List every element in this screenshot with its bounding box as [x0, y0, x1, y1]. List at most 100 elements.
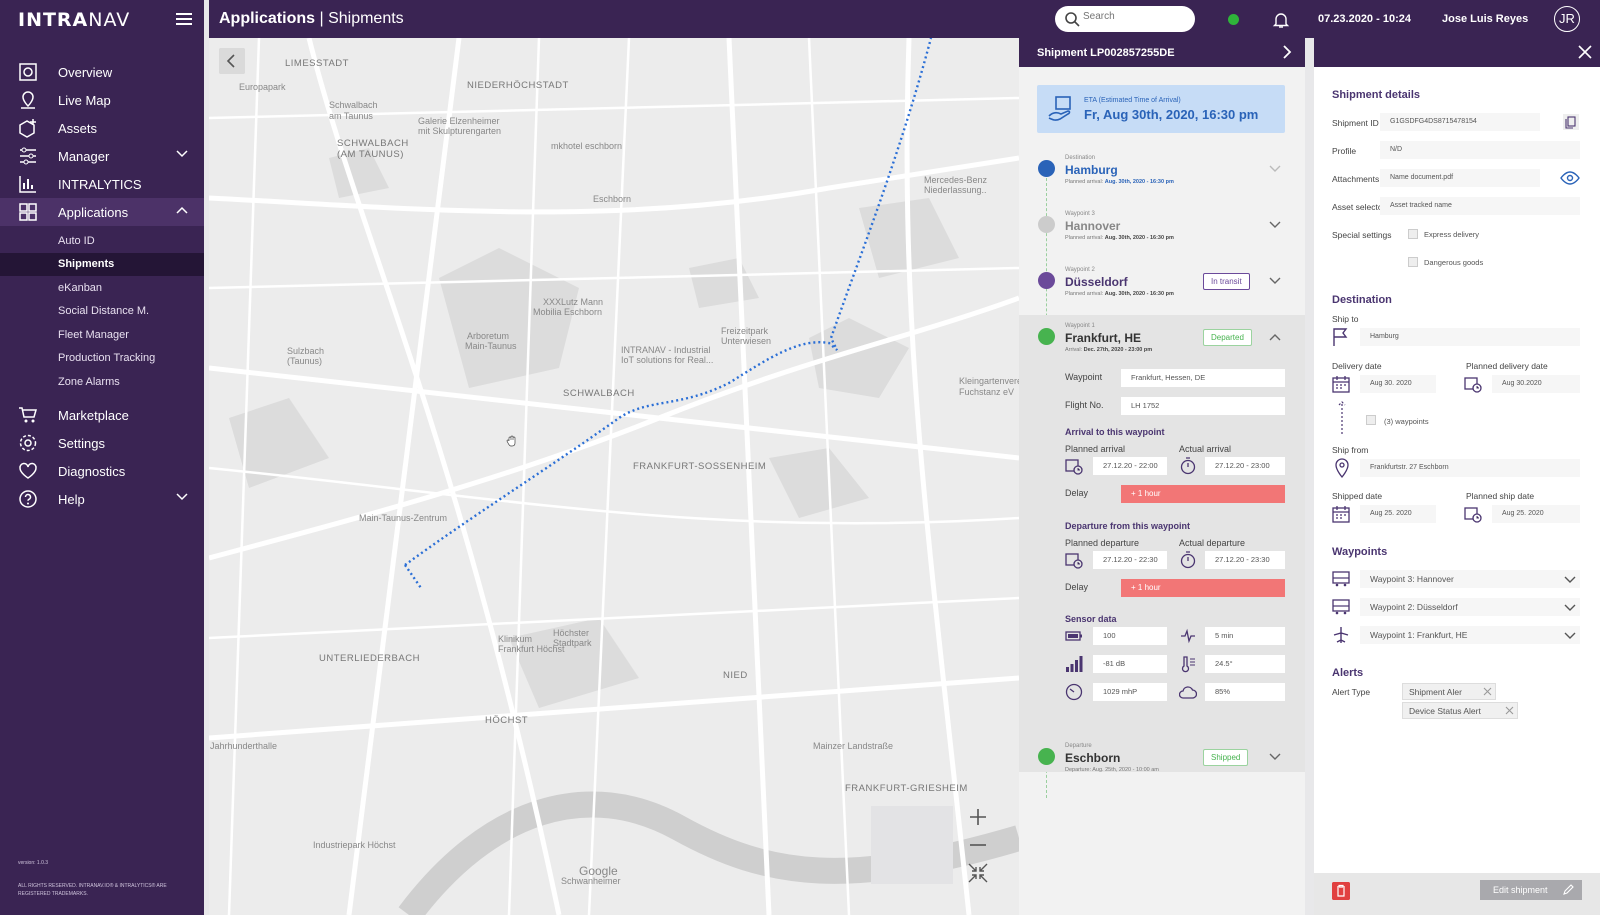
arrow-up-icon [1338, 401, 1346, 434]
fit-view-icon[interactable] [965, 860, 991, 886]
shipment-id-field[interactable]: G1GSDFG4DS8715478154 [1380, 113, 1540, 131]
departure-delay-bar: + 1 hour [1121, 579, 1285, 597]
intranav-logo[interactable]: INTRANAV [18, 9, 130, 31]
dangerous-goods-checkbox[interactable] [1408, 257, 1418, 267]
planned-delivery-field[interactable]: Aug 30.2020 [1492, 375, 1580, 393]
waypoint-name: Hamburg [1065, 163, 1118, 177]
current-datetime: 07.23.2020 - 10:24 [1318, 13, 1411, 25]
calendar-clock-icon [1464, 377, 1482, 393]
nav-assets[interactable]: Assets [0, 114, 204, 142]
copy-icon[interactable] [1562, 113, 1580, 131]
asset-selector-field[interactable]: Asset tracked name [1380, 197, 1580, 215]
nav-label: INTRALYTICS [58, 176, 142, 192]
shipped-date-field[interactable]: Aug 25. 2020 [1360, 505, 1436, 523]
nav-manager[interactable]: Manager [0, 142, 204, 170]
subnav-fleet-manager[interactable]: Fleet Manager [0, 324, 204, 347]
nav-label: Manager [58, 148, 110, 164]
chevron-down-icon[interactable] [1564, 576, 1576, 584]
timeline-waypoint-3[interactable]: Waypoint 3 Hannover Planned arrival: Aug… [1019, 211, 1305, 256]
nav-applications[interactable]: Applications [0, 198, 204, 226]
zoom-out-button[interactable] [965, 832, 991, 858]
subnav-auto-id[interactable]: Auto ID [0, 230, 204, 253]
nav-overview[interactable]: Overview [0, 58, 204, 86]
remove-icon[interactable] [1483, 687, 1492, 696]
nav-help[interactable]: Help [0, 485, 204, 513]
nav-label: Diagnostics [58, 463, 126, 479]
eye-icon[interactable] [1560, 170, 1580, 186]
close-icon[interactable] [1578, 45, 1592, 59]
user-name[interactable]: Jose Luis Reyes [1442, 13, 1528, 25]
actual-arrival-field[interactable]: 27.12.20 - 23:00 [1205, 457, 1285, 475]
waypoint-1-header[interactable]: Waypoint 1 Frankfurt, HE Arrival: Dec. 2… [1019, 323, 1305, 363]
delay-label: Delay [1065, 488, 1089, 498]
minimap[interactable] [871, 806, 953, 884]
profile-field[interactable]: N/D [1380, 141, 1580, 159]
search-input[interactable] [1083, 11, 1183, 22]
chevron-up-icon[interactable] [176, 206, 188, 214]
bell-icon[interactable] [1272, 11, 1290, 29]
waypoints-checkbox[interactable] [1366, 415, 1376, 425]
planned-ship-field[interactable]: Aug 25. 2020 [1492, 505, 1580, 523]
subnav-production-tracking[interactable]: Production Tracking [0, 347, 204, 370]
ship-from-field[interactable]: Frankfurtstr. 27 Eschborn [1360, 459, 1580, 477]
chevron-up-icon[interactable] [1269, 333, 1281, 341]
avatar[interactable]: JR [1554, 6, 1580, 32]
eta-value: Fr, Aug 30th, 2020, 16:30 pm [1084, 107, 1259, 122]
map-label: Europapark [239, 82, 286, 92]
delivery-date-field[interactable]: Aug 30. 2020 [1360, 375, 1436, 393]
zoom-in-button[interactable] [965, 804, 991, 830]
waypoint-field[interactable]: Frankfurt, Hessen, DE [1121, 369, 1285, 387]
ship-to-field[interactable]: Hamburg [1360, 328, 1580, 346]
timeline-destination[interactable]: Destination Hamburg Planned arrival: Aug… [1019, 155, 1305, 200]
live-map[interactable]: LIMESSTADT NIEDERHÖCHSTADT Europapark Sc… [209, 38, 1019, 915]
hamburger-menu-icon[interactable] [176, 13, 192, 25]
chevron-down-icon[interactable] [1269, 165, 1281, 173]
map-label: am Taunus [329, 111, 373, 121]
waypoint-planned: Planned arrival: Aug. 30th, 2020 - 16:30… [1065, 179, 1174, 185]
collapse-panel-button[interactable] [219, 48, 245, 74]
map-label: (Taunus) [287, 356, 323, 366]
waypoint-row[interactable]: Waypoint 1: Frankfurt, HE [1360, 626, 1580, 644]
timeline-waypoint-2[interactable]: Waypoint 2 Düsseldorf Planned arrival: A… [1019, 267, 1305, 312]
flight-number-field[interactable]: LH 1752 [1121, 397, 1285, 415]
waypoint-row[interactable]: Waypoint 3: Hannover [1360, 570, 1580, 588]
trash-icon[interactable] [1332, 882, 1350, 900]
subnav-ekanban[interactable]: eKanban [0, 277, 204, 300]
planned-departure-field[interactable]: 27.12.20 - 22:30 [1093, 551, 1167, 569]
search-box[interactable] [1055, 6, 1195, 32]
chevron-down-icon[interactable] [1269, 277, 1281, 285]
nav-marketplace[interactable]: Marketplace [0, 401, 204, 429]
chevron-down-icon[interactable] [176, 150, 188, 158]
truck-icon [1038, 216, 1055, 233]
details-heading: Shipment details [1332, 89, 1421, 101]
nav-live-map[interactable]: Live Map [0, 86, 204, 114]
timeline-departure[interactable]: Departure Eschborn Departure: Aug. 25th,… [1019, 743, 1305, 783]
chevron-down-icon[interactable] [1269, 753, 1281, 761]
shipment-details-panel: Shipment details Shipment ID G1GSDFG4DS8… [1314, 38, 1600, 915]
chevron-down-icon[interactable] [1269, 221, 1281, 229]
chevron-down-icon[interactable] [176, 493, 188, 501]
waypoint-tag: Waypoint 3 [1065, 211, 1095, 217]
chevron-down-icon[interactable] [1564, 604, 1576, 612]
cart-icon [19, 407, 37, 423]
edit-shipment-button[interactable]: Edit shipment [1480, 880, 1582, 900]
chevron-down-icon[interactable] [1564, 632, 1576, 640]
nav-diagnostics[interactable]: Diagnostics [0, 457, 204, 485]
express-delivery-checkbox[interactable] [1408, 229, 1418, 239]
subnav-zone-alarms[interactable]: Zone Alarms [0, 371, 204, 394]
heart-icon [19, 462, 37, 479]
planned-arrival-field[interactable]: 27.12.20 - 22:00 [1093, 457, 1167, 475]
thermometer-icon [1181, 656, 1195, 673]
nav-settings[interactable]: Settings [0, 429, 204, 457]
actual-departure-field[interactable]: 27.12.20 - 23:30 [1205, 551, 1285, 569]
waypoint-row[interactable]: Waypoint 2: Düsseldorf [1360, 598, 1580, 616]
chevron-right-icon[interactable] [1279, 44, 1295, 60]
nav-intralytics[interactable]: INTRALYTICS [0, 170, 204, 198]
subnav-social-distance[interactable]: Social Distance M. [0, 300, 204, 323]
map-label: Main-Taunus-Zentrum [359, 513, 448, 523]
eta-label: ETA (Estimated Time of Arrival) [1084, 97, 1181, 104]
remove-icon[interactable] [1505, 706, 1514, 715]
attachment-field[interactable]: Name document.pdf [1380, 169, 1540, 187]
subnav-shipments[interactable]: Shipments [0, 253, 204, 276]
map-label: Main-Taunus [465, 341, 517, 351]
